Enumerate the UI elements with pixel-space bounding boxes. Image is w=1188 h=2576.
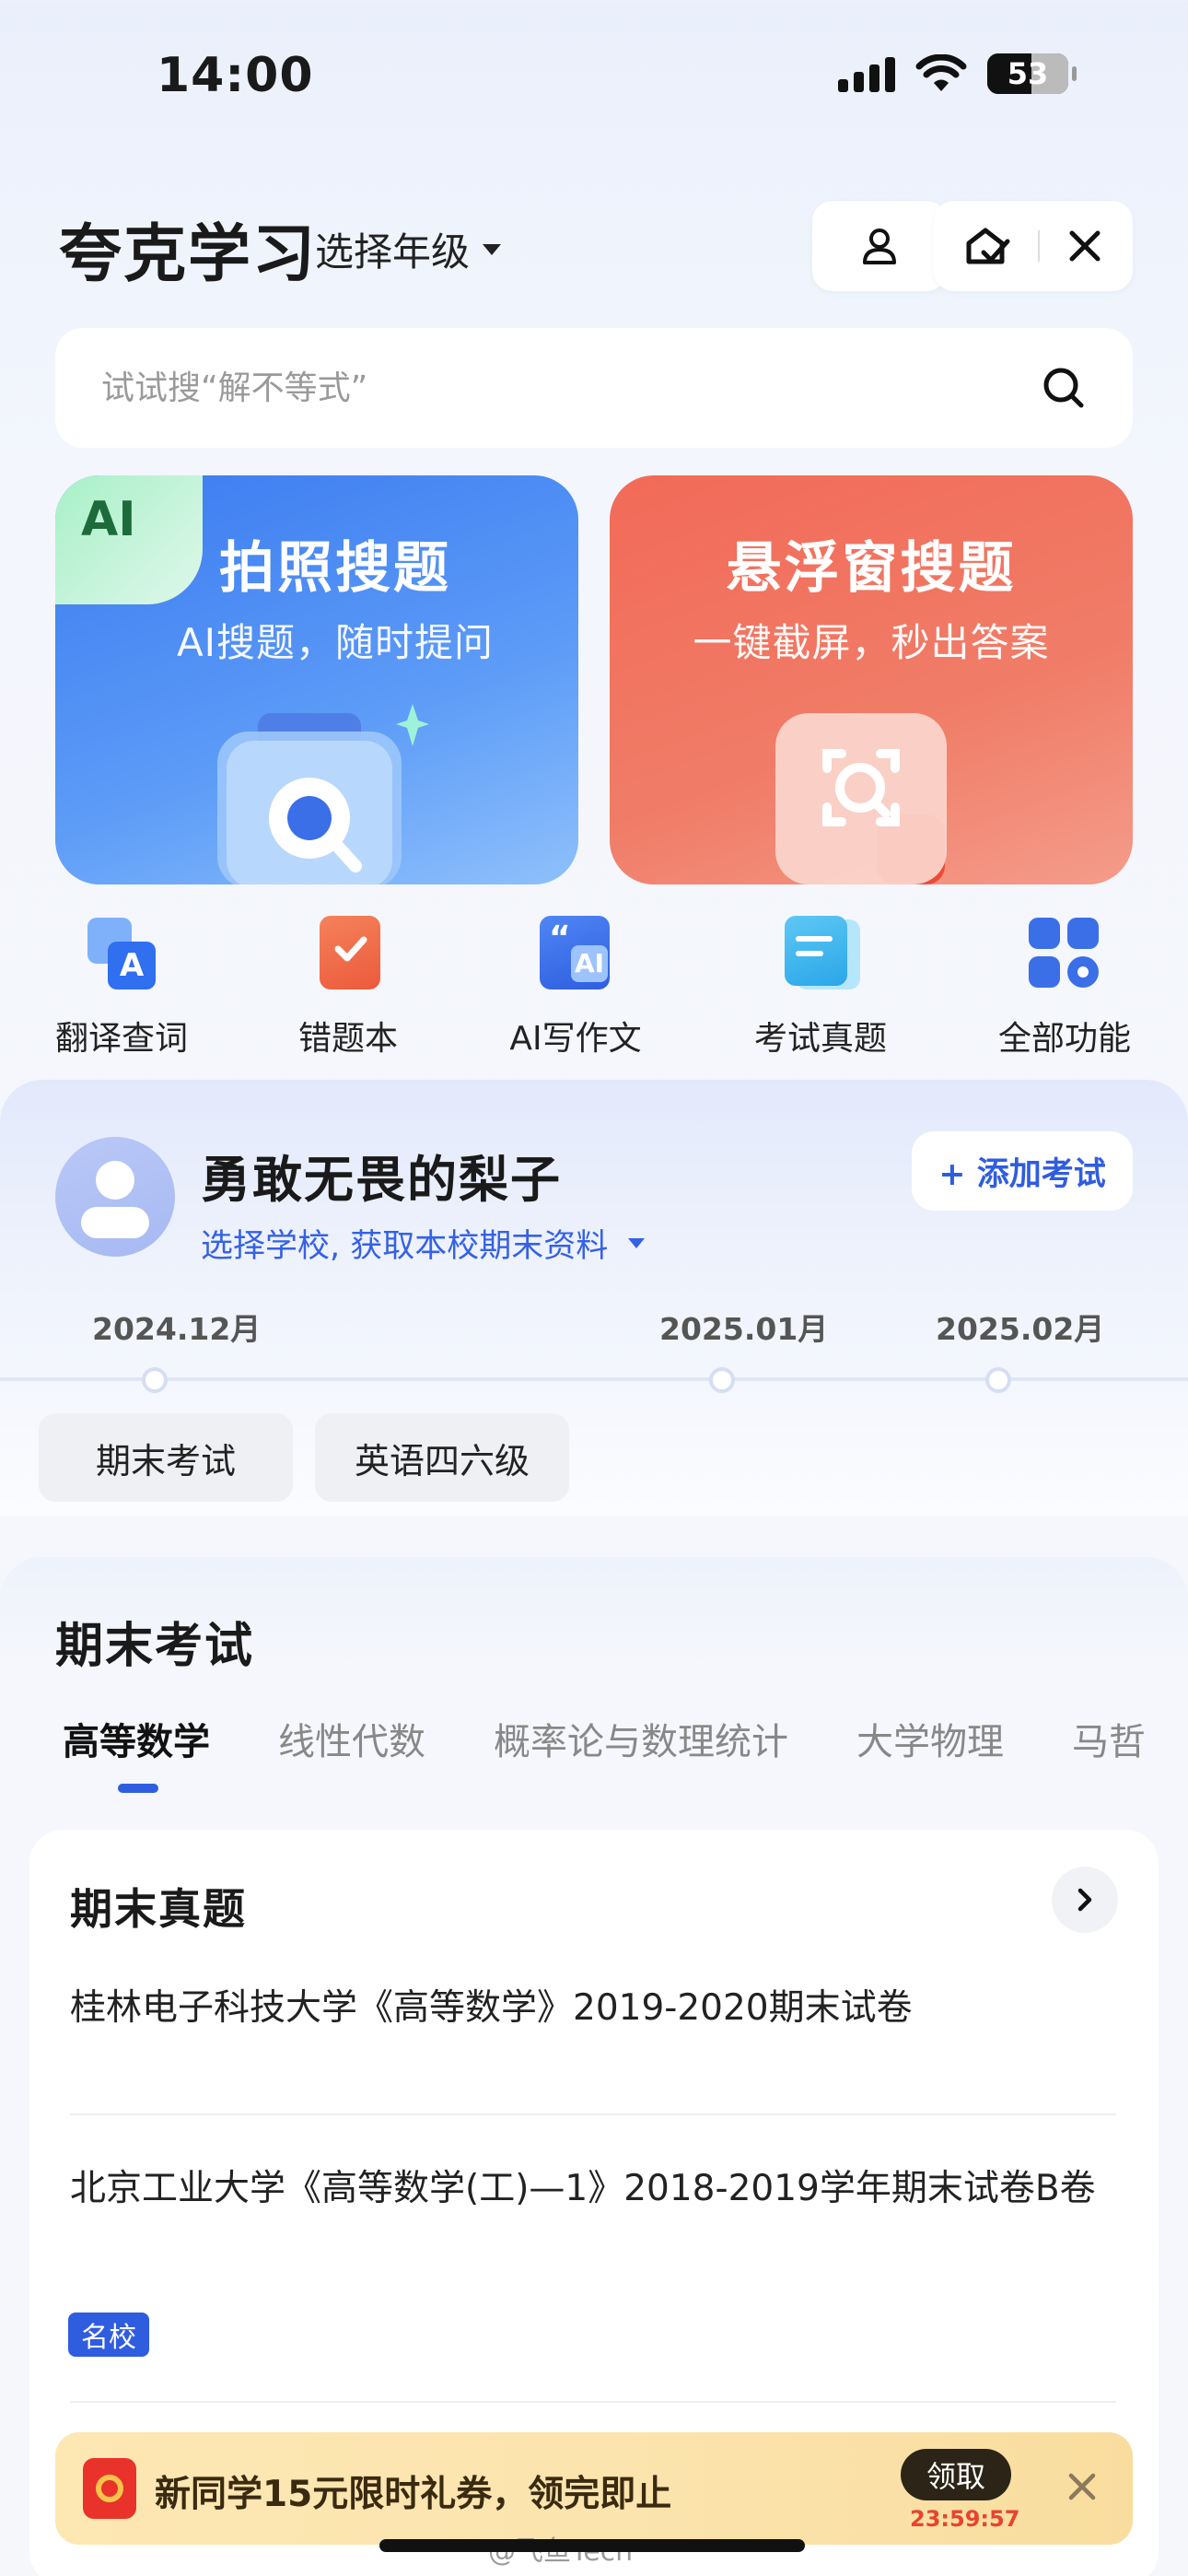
tab-probability[interactable]: 概率论与数理统计 (494, 1712, 788, 1765)
status-time: 14:00 (157, 48, 314, 103)
timeline-dot (142, 1367, 168, 1393)
tab-physics[interactable]: 大学物理 (856, 1712, 1004, 1765)
subject-tabs: 高等数学 线性代数 概率论与数理统计 大学物理 马哲 (63, 1712, 1146, 1765)
wifi-icon (915, 54, 967, 91)
search-icon[interactable] (1041, 365, 1087, 411)
past-papers-heading: 期末真题 (70, 1876, 247, 1937)
tool-label: AI写作文 (509, 1020, 642, 1058)
tool-all-functions[interactable]: 全部功能 (963, 916, 1166, 1060)
grade-select[interactable]: 选择年级 (315, 221, 502, 277)
close-icon[interactable] (1066, 2471, 1098, 2502)
paper-item[interactable]: 桂林电子科技大学《高等数学》2019-2020期末试卷 (70, 1979, 1120, 2038)
cellular-signal-icon (838, 55, 895, 92)
tab-indicator (118, 1784, 158, 1793)
school-select-label: 选择学校, 获取本校期末资料 (201, 1228, 609, 1265)
battery-icon: 53 (987, 53, 1077, 94)
ai-writing-icon: “ AI (538, 916, 613, 991)
timeline-month[interactable]: 2025.02月 (936, 1305, 1104, 1349)
school-select[interactable]: 选择学校, 获取本校期末资料 (201, 1220, 646, 1267)
past-papers-heading-text: 期末真题 (70, 1884, 247, 1934)
tool-label: 翻译查词 (54, 1020, 188, 1058)
status-icons: 53 (838, 53, 1077, 94)
paper-item[interactable]: 北京工业大学《高等数学(工)—1》2018-2019学年期末试卷B卷 (70, 2160, 1120, 2219)
exam-chip-final[interactable]: 期末考试 (39, 1413, 293, 1502)
capsule-divider (1037, 230, 1040, 262)
mini-app-capsule (934, 201, 1133, 291)
famous-school-badge: 名校 (68, 2313, 149, 2357)
battery-level: 53 (1007, 56, 1049, 91)
floating-window-search-card[interactable]: 悬浮窗搜题 一键截屏，秒出答案 (610, 475, 1133, 884)
more-button[interactable] (1052, 1867, 1118, 1933)
tool-ai-writing[interactable]: “ AI AI写作文 (474, 916, 677, 1060)
tab-linear-algebra[interactable]: 线性代数 (278, 1712, 425, 1765)
chevron-right-icon (1077, 1888, 1092, 1912)
photo-search-subtitle: AI搜题，随时提问 (176, 620, 495, 665)
screen-scan-icon (775, 713, 947, 884)
search-input[interactable] (101, 369, 930, 407)
username: 勇敢无畏的梨子 (201, 1151, 562, 1209)
divider (70, 2401, 1116, 2403)
floating-search-title: 悬浮窗搜题 (726, 536, 1017, 601)
timeline-month[interactable]: 2024.12月 (92, 1305, 261, 1349)
home-check-icon[interactable] (963, 225, 1011, 267)
tool-label: 错题本 (297, 1020, 398, 1058)
app-title: 夸克学习 (59, 218, 318, 291)
tool-translate[interactable]: A 翻译查词 (20, 916, 223, 1060)
grade-select-label: 选择年级 (315, 229, 471, 275)
tab-marxism[interactable]: 马哲 (1072, 1712, 1146, 1765)
caret-down-icon (483, 243, 502, 255)
add-exam-button[interactable]: + 添加考试 (912, 1131, 1133, 1211)
mistake-book-icon (310, 916, 386, 991)
timeline-dot (985, 1367, 1011, 1393)
tool-mistake-book[interactable]: 错题本 (247, 916, 449, 1060)
floating-search-subtitle: 一键截屏，秒出答案 (693, 620, 1050, 665)
tool-label: 全部功能 (997, 1020, 1131, 1058)
coupon-text: 新同学15元限时礼券，领完即止 (155, 2474, 672, 2515)
photo-search-title: 拍照搜题 (219, 536, 451, 601)
search-bar[interactable] (55, 328, 1133, 448)
divider (70, 2113, 1116, 2115)
avatar[interactable] (55, 1137, 175, 1257)
claim-button[interactable]: 领取 (901, 2449, 1011, 2500)
exam-papers-icon (783, 916, 860, 991)
home-indicator (379, 2539, 805, 2552)
user-icon (863, 228, 896, 264)
final-exam-title: 期末考试 (55, 1619, 255, 1674)
exam-chip-cet[interactable]: 英语四六级 (315, 1413, 569, 1502)
tool-exam-papers[interactable]: 考试真题 (719, 916, 922, 1060)
translate-icon: A (84, 916, 159, 991)
profile-button[interactable] (812, 201, 947, 291)
timeline-month[interactable]: 2025.01月 (659, 1305, 828, 1349)
all-functions-icon (1027, 916, 1102, 991)
photo-search-card[interactable]: AI 拍照搜题 AI搜题，随时提问 (55, 475, 578, 884)
tab-advanced-math[interactable]: 高等数学 (63, 1712, 210, 1765)
camera-search-icon (217, 704, 429, 884)
timeline-dot (709, 1367, 735, 1393)
gift-coupon-icon (83, 2458, 136, 2519)
tool-label: 考试真题 (753, 1020, 887, 1058)
close-icon[interactable] (1066, 228, 1103, 264)
caret-down-icon (628, 1238, 646, 1248)
countdown-timer: 23:59:57 (910, 2506, 1020, 2532)
